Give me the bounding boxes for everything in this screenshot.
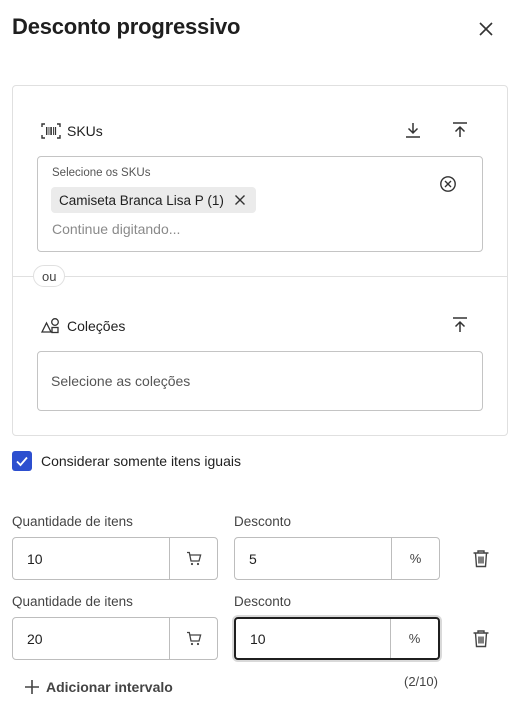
trash-icon bbox=[473, 629, 489, 647]
close-icon bbox=[479, 22, 493, 36]
quantity-field bbox=[12, 537, 218, 580]
delete-interval-button[interactable] bbox=[470, 547, 492, 569]
collections-select-field[interactable]: Selecione as coleções bbox=[37, 351, 483, 411]
collections-title: Coleções bbox=[67, 318, 126, 334]
cart-icon bbox=[186, 631, 201, 646]
interval-counter: (2/10) bbox=[404, 674, 438, 689]
download-skus-button[interactable] bbox=[400, 117, 426, 143]
cart-icon bbox=[186, 551, 201, 566]
page-title: Desconto progressivo bbox=[12, 14, 241, 39]
quantity-label: Quantidade de itens bbox=[12, 594, 133, 609]
chip-label: Camiseta Branca Lisa P (1) bbox=[59, 192, 224, 208]
selected-sku-chip: Camiseta Branca Lisa P (1) bbox=[51, 187, 256, 213]
close-button[interactable] bbox=[474, 17, 498, 41]
sku-select-field[interactable]: Selecione os SKUs Camiseta Branca Lisa P… bbox=[37, 156, 483, 252]
download-icon bbox=[406, 123, 420, 138]
skus-header: SKUs bbox=[41, 121, 103, 141]
barcode-icon bbox=[41, 121, 61, 141]
discount-field: % bbox=[234, 617, 440, 660]
quantity-input[interactable] bbox=[13, 538, 169, 579]
clear-circle-icon bbox=[440, 176, 456, 192]
percent-addon: % bbox=[390, 619, 438, 658]
discount-label: Desconto bbox=[234, 514, 292, 529]
plus-icon bbox=[25, 680, 39, 694]
same-items-option: Considerar somente itens iguais bbox=[12, 451, 241, 471]
cart-addon bbox=[169, 538, 217, 579]
skus-title: SKUs bbox=[67, 123, 103, 139]
delete-interval-button[interactable] bbox=[470, 627, 492, 649]
percent-addon: % bbox=[391, 538, 439, 579]
discount-label: Desconto bbox=[234, 594, 292, 609]
add-interval-label: Adicionar intervalo bbox=[46, 679, 173, 695]
upload-icon bbox=[453, 122, 467, 137]
discount-input[interactable] bbox=[235, 538, 391, 579]
checkmark-icon bbox=[16, 456, 28, 467]
discount-input[interactable] bbox=[236, 619, 390, 658]
remove-chip-button[interactable] bbox=[232, 192, 248, 208]
discount-field: % bbox=[234, 537, 440, 580]
quantity-field bbox=[12, 617, 218, 660]
upload-skus-button[interactable] bbox=[447, 117, 473, 143]
quantity-label: Quantidade de itens bbox=[12, 514, 133, 529]
same-items-label: Considerar somente itens iguais bbox=[41, 453, 241, 469]
sku-search-input[interactable] bbox=[52, 221, 432, 237]
clear-skus-button[interactable] bbox=[438, 174, 458, 194]
shapes-icon bbox=[41, 316, 61, 336]
or-separator: ou bbox=[33, 265, 66, 287]
sku-field-label: Selecione os SKUs bbox=[52, 167, 151, 179]
add-interval-button[interactable]: Adicionar intervalo bbox=[24, 679, 173, 695]
cart-addon bbox=[169, 618, 217, 659]
same-items-checkbox[interactable] bbox=[12, 451, 32, 471]
trash-icon bbox=[473, 549, 489, 567]
close-icon bbox=[234, 195, 245, 205]
quantity-input[interactable] bbox=[13, 618, 169, 659]
upload-icon bbox=[453, 317, 467, 332]
section-divider bbox=[13, 276, 507, 277]
upload-collections-button[interactable] bbox=[447, 312, 473, 338]
selection-card: SKUs Selecione os SKUs Camiseta Branca L… bbox=[12, 85, 508, 436]
collections-header: Coleções bbox=[41, 316, 125, 336]
